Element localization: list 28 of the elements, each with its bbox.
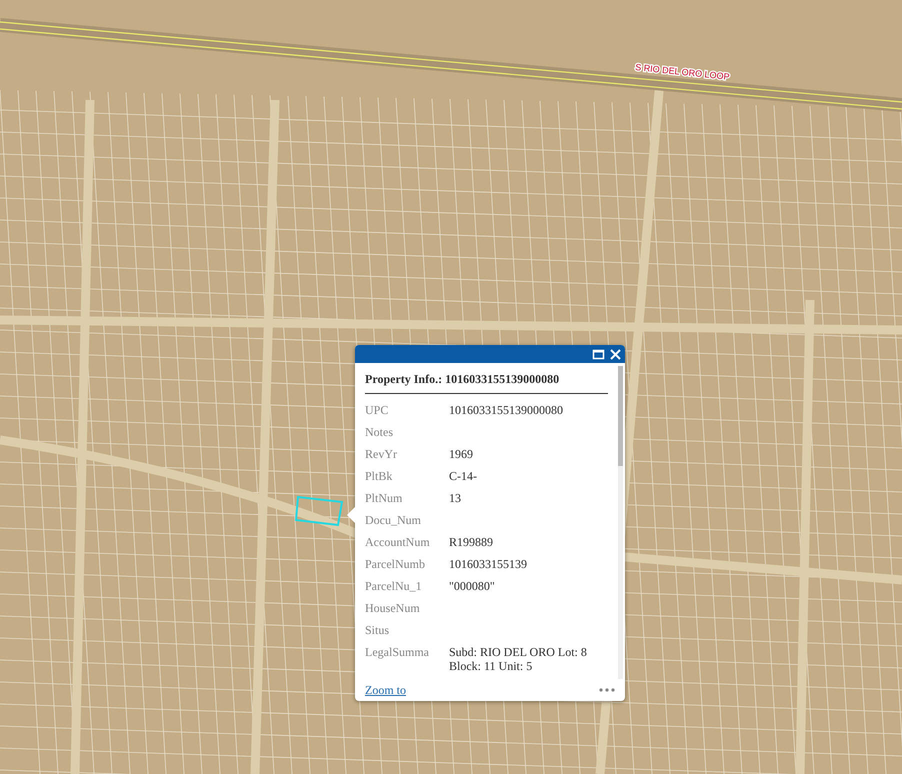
maximize-icon[interactable] [592, 348, 605, 360]
road-label: S RIO DEL ORO LOOP [634, 62, 730, 82]
field-label: LegalSumma [365, 645, 430, 661]
selected-parcel-outline [294, 496, 344, 526]
field-label: Notes [365, 425, 394, 439]
popup-title: Property Info.: 1016033155139000080 [365, 372, 608, 394]
field-label: ParcelNu_1 [365, 579, 423, 593]
field-value: 1016033155139000080 [449, 403, 564, 417]
field-value: 13 [449, 491, 462, 505]
field-label: Docu_Num [365, 513, 422, 527]
field-label: Situs [365, 623, 390, 637]
field-value: R199889 [449, 535, 494, 549]
field-value: 1016033155139 [449, 557, 528, 571]
field-value: "000080" [449, 579, 496, 593]
field-label: AccountNum [365, 535, 431, 549]
zoom-to-link[interactable]: Zoom to [365, 682, 406, 698]
field-label: UPC [365, 403, 390, 417]
more-icon[interactable] [599, 688, 615, 692]
field-label: ParcelNumb [365, 557, 426, 571]
scrollbar[interactable] [618, 366, 623, 679]
field-value: C-14- [449, 469, 478, 483]
field-value: 1969 [449, 447, 474, 461]
close-icon[interactable] [609, 348, 622, 360]
field-label: RevYr [365, 447, 398, 461]
field-value: Subd: RIO DEL ORO Lot: 8 Block: 11 Unit: 5 [449, 645, 588, 673]
field-label: HouseNum [365, 601, 421, 615]
field-label: PltNum [365, 491, 404, 505]
field-label: PltBk [365, 469, 394, 483]
